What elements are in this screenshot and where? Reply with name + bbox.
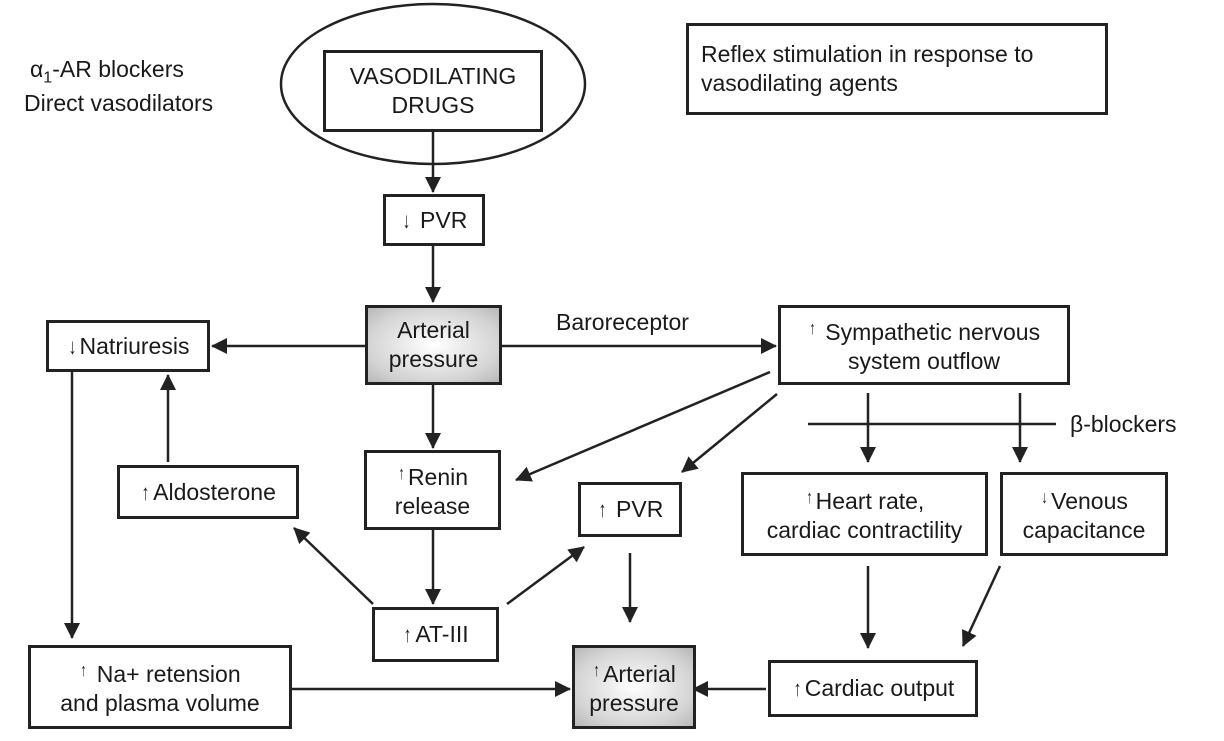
node-vasodilating-drugs-line2: DRUGS (391, 92, 475, 118)
node-natriuresis-label: Natriuresis (79, 332, 190, 359)
up-arrow-icon: ↑ (809, 318, 816, 338)
node-cardiac-output[interactable]: ↑ Cardiac output (768, 660, 978, 717)
edge-sympathetic-to-pvr-up (681, 393, 778, 473)
node-heart-rate[interactable]: ↑ Heart rate, cardiac contractility (741, 472, 988, 556)
node-arterial-up-line2: pressure (589, 690, 679, 716)
node-sympathetic-outflow[interactable]: ↑ Sympathetic nervous system outflow (778, 305, 1070, 385)
node-at3[interactable]: ↑ AT-III (372, 607, 499, 662)
up-arrow-icon: ↑ (80, 660, 88, 680)
node-natriuresis[interactable]: ↓ Natriuresis (46, 320, 210, 372)
node-arterial-pressure[interactable]: Arterial pressure (365, 305, 502, 385)
alpha-subscript: 1 (43, 69, 53, 87)
node-vasodilating-drugs[interactable]: VASODILATING DRUGS (323, 50, 543, 132)
baroreceptor-label: Baroreceptor (556, 309, 689, 335)
node-arterial-up-line1: Arterial (603, 661, 676, 687)
alpha-blockers-note: α1-AR blockers (30, 55, 184, 93)
edge-sympathetic-to-renin (515, 370, 771, 482)
alpha-symbol: α (30, 56, 44, 82)
down-arrow-icon: ↓ (1041, 487, 1048, 507)
node-pvr-decrease[interactable]: ↓ PVR (383, 194, 485, 246)
node-heart-rate-line2: cardiac contractility (766, 517, 963, 543)
node-pvr-decrease-label: PVR (420, 206, 468, 233)
node-renin-release[interactable]: ↑ Renin release (364, 450, 501, 530)
up-arrow-icon: ↑ (404, 622, 412, 647)
node-heart-rate-line1: Heart rate, (815, 488, 925, 514)
up-arrow-icon: ↑ (806, 487, 813, 507)
node-aldosterone[interactable]: ↑ Aldosterone (117, 465, 299, 519)
node-sympathetic-line1: Sympathetic nervous (825, 319, 1041, 345)
node-arterial-pressure-increase[interactable]: ↑ Arterial pressure (572, 645, 696, 729)
down-arrow-icon: ↓ (402, 207, 411, 233)
node-sympathetic-line2: system outflow (847, 348, 1001, 374)
node-arterial-pressure-line2: pressure (388, 346, 479, 372)
node-pvr-increase-label: PVR (616, 496, 664, 522)
reflex-note-text: Reflex stimulation in response to vasodi… (701, 41, 1034, 96)
node-cardiac-output-label: Cardiac output (804, 675, 955, 701)
node-na-retention-line2: and plasma volume (60, 690, 260, 716)
node-na-retention[interactable]: ↑ Na+ retension and plasma volume (28, 645, 292, 729)
node-venous-capacitance[interactable]: ↓ Venous capacitance (1000, 472, 1168, 556)
edge-venous-to-cardiac-output (961, 565, 1002, 647)
alpha-rest: -AR blockers (52, 56, 184, 82)
up-arrow-icon: ↑ (141, 479, 150, 505)
direct-vasodilators-note: Direct vasodilators (24, 90, 214, 116)
down-arrow-icon: ↓ (68, 333, 76, 359)
up-arrow-icon: ↑ (598, 497, 607, 522)
node-na-retention-line1: Na+ retension (96, 661, 241, 687)
node-pvr-increase[interactable]: ↑ PVR (578, 482, 682, 537)
edge-at3-to-pvr-up (506, 545, 585, 606)
node-venous-line1: Venous (1051, 488, 1128, 514)
node-arterial-pressure-line1: Arterial (397, 317, 470, 343)
node-renin-line2: release (394, 493, 471, 519)
node-vasodilating-drugs-line1: VASODILATING (349, 63, 517, 89)
node-venous-line2: capacitance (1022, 517, 1146, 543)
up-arrow-icon: ↑ (793, 676, 802, 701)
edge-at3-to-aldosterone (293, 527, 374, 605)
up-arrow-icon: ↑ (593, 660, 600, 680)
reflex-note-box: Reflex stimulation in response to vasodi… (686, 23, 1108, 115)
node-at3-label: AT-III (415, 621, 469, 647)
node-aldosterone-label: Aldosterone (153, 478, 276, 505)
beta-blockers-label: β-blockers (1070, 411, 1177, 437)
up-arrow-icon: ↑ (398, 463, 405, 483)
node-renin-line1: Renin (407, 464, 469, 490)
